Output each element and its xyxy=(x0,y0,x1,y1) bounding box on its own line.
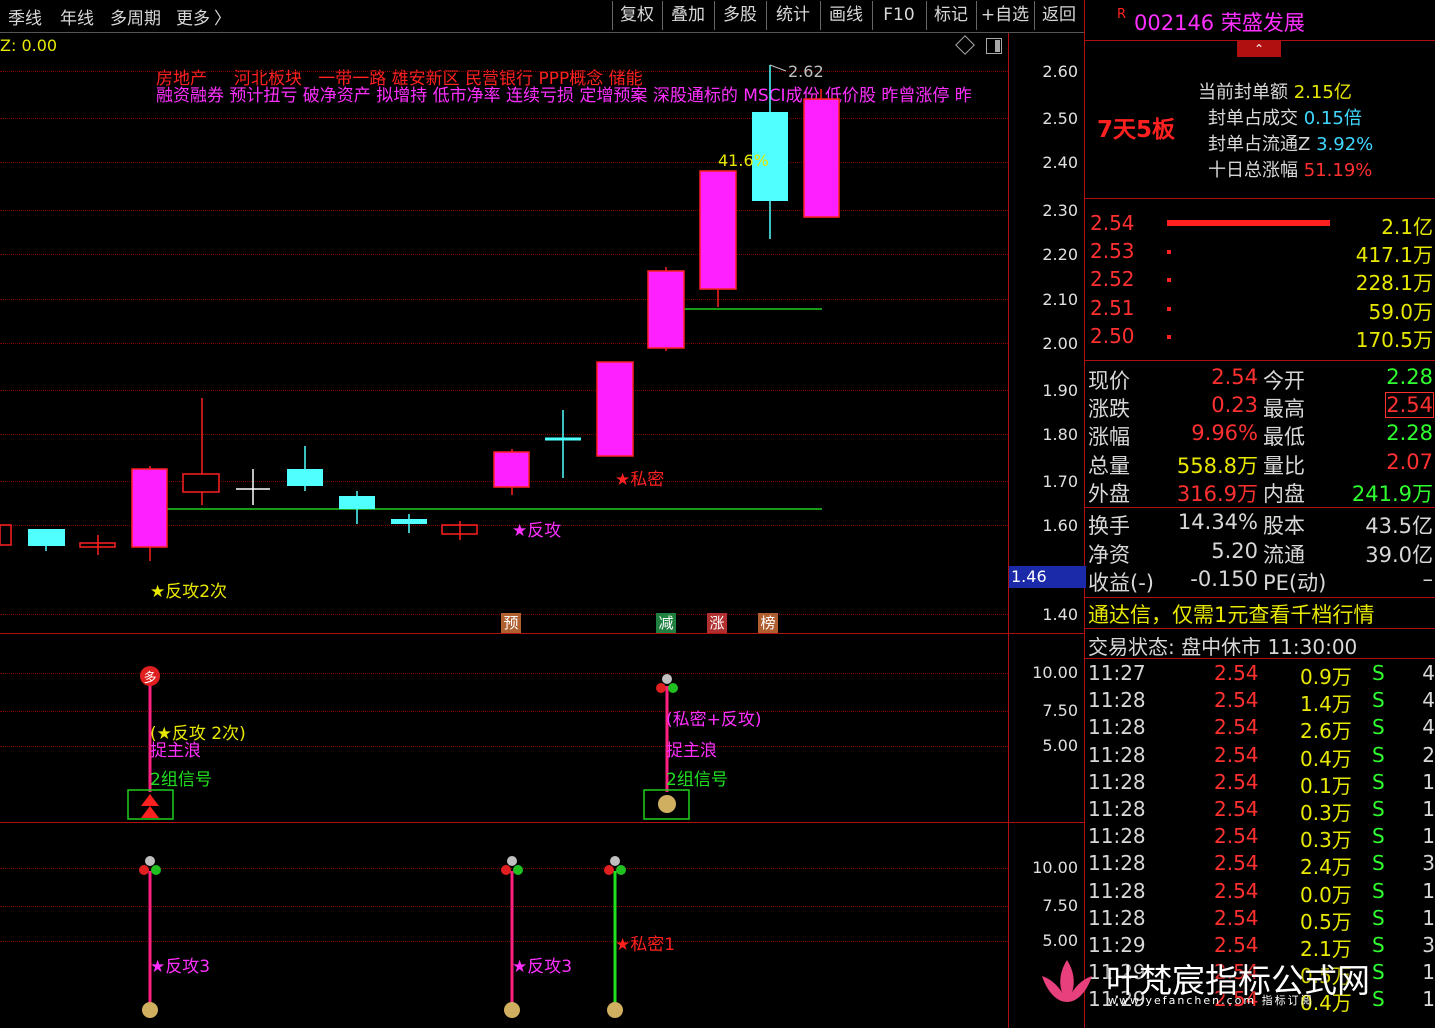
tick-row: 11:28 2.54 0.5万 S 1 xyxy=(1088,905,1435,934)
candle xyxy=(131,468,168,548)
pct-label: 41.6% xyxy=(718,151,769,170)
tick-row: 11:27 2.54 0.9万 S 4 xyxy=(1088,661,1435,689)
indicator-axis: 10.00 7.50 5.00 xyxy=(1032,663,1078,755)
long-icon: 多 xyxy=(143,671,157,686)
badge-limit-up[interactable]: 涨 xyxy=(707,613,727,633)
candle xyxy=(28,529,65,546)
badge-forecast[interactable]: 预 xyxy=(501,613,521,633)
cursor-price-label: 1.46 xyxy=(1009,566,1086,588)
multi-stock-button[interactable]: 多股 xyxy=(714,1,765,30)
tab-more[interactable]: 更多 xyxy=(176,4,210,29)
collapse-button[interactable]: ⌃ xyxy=(1237,41,1281,57)
candle xyxy=(182,473,220,493)
candlestick-chart xyxy=(0,64,840,561)
signal-label: ★私密 xyxy=(615,470,665,490)
overlay-button[interactable]: 叠加 xyxy=(662,1,713,30)
signal-label: ★反攻3 xyxy=(512,957,573,977)
signal-label: 2组信号 xyxy=(666,770,728,790)
candle xyxy=(391,519,427,524)
draw-line-button[interactable]: 画线 xyxy=(820,1,871,30)
price-axis: 2.60 2.50 2.40 2.30 2.20 2.10 2.00 1.90 … xyxy=(1042,62,1078,624)
signal-label: 2组信号 xyxy=(150,770,212,790)
candle xyxy=(647,270,685,349)
order-row: 2.51 59.0万 xyxy=(1090,296,1433,324)
order-row: 2.53 417.1万 xyxy=(1090,239,1433,267)
tick-row: 11:28 2.54 0.3万 S 1 xyxy=(1088,824,1435,853)
candle xyxy=(699,170,737,290)
stock-title: 002146 荣盛发展 xyxy=(1134,7,1305,37)
tick-row: 11:28 2.54 2.6万 S 4 xyxy=(1088,715,1435,744)
mark-button[interactable]: 标记 xyxy=(926,1,975,30)
candle xyxy=(287,469,323,486)
tick-row: 11:28 2.54 0.1万 S 1 xyxy=(1088,769,1435,798)
tab-quarter[interactable]: 季线 xyxy=(8,4,42,29)
candle xyxy=(596,361,634,457)
tick-row: 11:28 2.54 0.3万 S 1 xyxy=(1088,797,1435,825)
axis-divider xyxy=(1008,33,1009,1028)
order-row: 2.50 170.5万 xyxy=(1090,324,1433,352)
chart-toolbar: 季线 年线 多周期 更多 〉 复权 叠加 多股 统计 画线 F10 标记 +自选… xyxy=(0,0,1085,33)
signal-label: ★私密1 xyxy=(615,935,676,955)
promo-link[interactable]: 通达信，仅需1元查看千档行情 xyxy=(1088,599,1374,629)
statistics-button[interactable]: 统计 xyxy=(766,1,819,30)
r-mark: R xyxy=(1117,7,1127,22)
tab-multi-period[interactable]: 多周期 xyxy=(110,4,161,29)
tick-row: 11:28 2.54 2.4万 S 3 xyxy=(1088,851,1435,880)
candle xyxy=(0,524,12,546)
seal-stats: 当前封单额 2.15亿 封单占成交 0.15倍 封单占流通Z 3.92% 十日总… xyxy=(1198,82,1374,181)
tick-row: 11:28 2.54 1.4万 S 4 xyxy=(1088,688,1435,717)
chevron-right-icon[interactable]: 〉 xyxy=(214,4,231,29)
badge-reduce[interactable]: 减 xyxy=(656,613,676,633)
signal-label: 捉主浪 xyxy=(666,741,717,761)
high-marker: 2.62 xyxy=(788,62,824,81)
signal-label: ★反攻 xyxy=(512,521,562,541)
order-row: 2.52 228.1万 xyxy=(1090,267,1433,295)
stock-name: 荣盛发展 xyxy=(1220,11,1305,35)
indicator-panel-2 xyxy=(139,856,626,1018)
signal-label: 捉主浪 xyxy=(150,741,201,761)
signal-label: ★反攻2次 xyxy=(150,582,228,602)
order-row: 2.54 2.1亿 xyxy=(1090,211,1433,239)
signal-label: ★反攻3 xyxy=(150,957,211,977)
badge-rank[interactable]: 榜 xyxy=(758,613,778,633)
streak-label: 7天5板 xyxy=(1097,117,1176,143)
candle xyxy=(493,451,530,488)
watermark: 叶梵宸指标公式网 www.yefanchen.com 指标订阅 xyxy=(1036,954,1435,1010)
stock-code: 002146 xyxy=(1134,11,1215,35)
trade-status: 交易状态: 盘中休市 11:30:00 xyxy=(1088,635,1358,659)
signal-label: (私密+反攻) xyxy=(666,710,762,730)
candle xyxy=(339,496,375,509)
tab-year[interactable]: 年线 xyxy=(60,4,94,29)
lotus-logo-icon xyxy=(1042,960,1092,1002)
right-panel-divider xyxy=(1084,0,1085,1028)
tick-row: 11:28 2.54 0.0万 S 1 xyxy=(1088,878,1435,907)
candle xyxy=(803,98,840,218)
restore-rights-button[interactable]: 复权 xyxy=(612,1,661,30)
f10-button[interactable]: F10 xyxy=(872,1,925,30)
tick-row: 11:28 2.54 0.4万 S 2 xyxy=(1088,742,1435,771)
